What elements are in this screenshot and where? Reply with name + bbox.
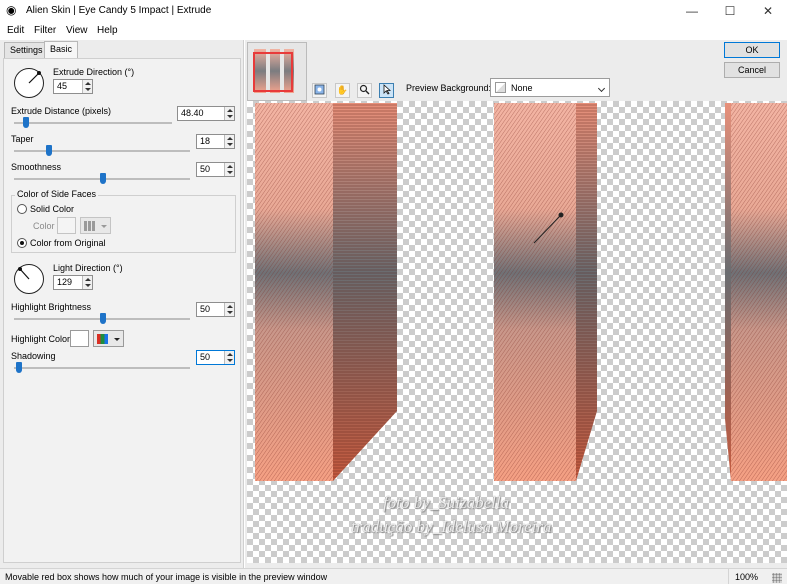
taper-slider-thumb[interactable] <box>46 145 52 156</box>
extrude-direction-input[interactable]: 45 <box>53 79 93 94</box>
spin-arrows-icon[interactable] <box>82 276 92 289</box>
preview-canvas[interactable]: foto by_Suizabella tradução by_Idelusa M… <box>247 101 787 563</box>
solid-color-radio[interactable] <box>17 204 27 214</box>
resize-grip-icon[interactable] <box>772 573 782 583</box>
smoothness-input[interactable]: 50 <box>196 162 235 177</box>
spin-arrows-icon[interactable] <box>224 107 234 120</box>
title-bar: ◉ Alien Skin | Eye Candy 5 Impact | Extr… <box>0 0 787 22</box>
extrude-preview-image <box>255 103 787 481</box>
chevron-down-icon <box>597 84 606 93</box>
menu-filter[interactable]: Filter <box>34 25 56 36</box>
shadowing-slider-thumb[interactable] <box>16 362 22 373</box>
extrude-distance-slider-thumb[interactable] <box>23 117 29 128</box>
taper-slider[interactable] <box>14 150 190 152</box>
color-from-original-label: Color from Original <box>30 238 106 248</box>
light-direction-value: 129 <box>57 277 73 287</box>
side-color-label: Color <box>33 221 55 231</box>
highlight-brightness-value: 50 <box>200 304 211 314</box>
light-direction-dial[interactable] <box>14 264 44 294</box>
light-direction-label: Light Direction (°) <box>53 263 123 273</box>
taper-value: 18 <box>200 136 211 146</box>
menu-help[interactable]: Help <box>97 25 118 36</box>
highlight-color-label: Highlight Color <box>11 334 71 344</box>
side-color-palette-button[interactable] <box>80 217 111 234</box>
pointer-glyph <box>383 84 392 95</box>
zoom-level: 100% <box>735 572 759 582</box>
highlight-color-swatch[interactable] <box>70 330 89 347</box>
hand-icon[interactable]: ✋ <box>335 83 350 98</box>
smoothness-slider-thumb[interactable] <box>100 173 106 184</box>
zoom-icon[interactable] <box>357 83 372 98</box>
extrude-distance-slider[interactable] <box>14 122 172 124</box>
extrude-distance-input[interactable]: 48.40 <box>177 106 235 121</box>
dial-needle-icon <box>28 71 41 84</box>
side-faces-group-label: Color of Side Faces <box>15 189 99 199</box>
pillar-side-right <box>725 103 731 481</box>
minimize-button[interactable]: — <box>673 0 711 22</box>
alien-skin-app-icon: ◉ <box>6 3 17 17</box>
extrude-distance-value: 48.40 <box>181 108 204 118</box>
tab-settings[interactable]: Settings <box>4 42 49 58</box>
navigator-thumbnail[interactable] <box>247 42 307 101</box>
background-swatch-icon <box>495 82 506 93</box>
highlight-brightness-label: Highlight Brightness <box>11 302 92 312</box>
spin-arrows-icon[interactable] <box>224 163 234 176</box>
menu-edit[interactable]: Edit <box>7 25 24 36</box>
status-bar: Movable red box shows how much of your i… <box>0 568 787 584</box>
watermark-line-1: foto by_Suizabella <box>383 493 510 512</box>
spin-arrows-icon[interactable] <box>224 135 234 148</box>
cancel-button[interactable]: Cancel <box>724 62 780 78</box>
window-title: Alien Skin | Eye Candy 5 Impact | Extrud… <box>26 5 212 16</box>
shadowing-slider[interactable] <box>14 367 190 369</box>
preview-background-value: None <box>511 83 533 93</box>
palette-grid-icon <box>84 221 95 231</box>
preview-background-select[interactable]: None <box>490 78 610 97</box>
dial-needle-icon <box>18 267 30 280</box>
close-button[interactable]: ✕ <box>749 0 787 22</box>
highlight-color-palette-button[interactable] <box>93 330 124 347</box>
eye-toggle-icon[interactable] <box>312 83 327 98</box>
menu-bar: Edit Filter View Help <box>0 22 787 40</box>
maximize-button[interactable]: ☐ <box>711 0 749 22</box>
spin-arrows-icon[interactable] <box>224 303 234 316</box>
arrow-pointer-icon[interactable] <box>379 83 394 98</box>
zoom-glyph <box>359 84 370 95</box>
spin-arrows-icon[interactable] <box>82 80 92 93</box>
status-message: Movable red box shows how much of your i… <box>5 572 328 582</box>
watermark-line-2: tradução by_Idelusa Moreira <box>351 517 552 536</box>
preview-background-label: Preview Background: <box>406 83 492 93</box>
side-color-swatch[interactable] <box>57 217 76 234</box>
smoothness-value: 50 <box>200 164 211 174</box>
status-divider <box>728 569 729 584</box>
light-direction-input[interactable]: 129 <box>53 275 93 290</box>
highlight-brightness-slider-thumb[interactable] <box>100 313 106 324</box>
solid-color-label: Solid Color <box>30 204 75 214</box>
extrude-direction-dial[interactable] <box>14 68 44 98</box>
light-handle-knob <box>558 212 564 218</box>
extrude-direction-value: 45 <box>57 81 68 91</box>
shadowing-input[interactable]: 50 <box>196 350 235 365</box>
highlight-brightness-input[interactable]: 50 <box>196 302 235 317</box>
shadowing-label: Shadowing <box>11 351 56 361</box>
taper-label: Taper <box>11 134 34 144</box>
smoothness-label: Smoothness <box>11 162 62 172</box>
visible-area-red-box[interactable] <box>253 52 293 92</box>
shadowing-value: 50 <box>200 352 211 362</box>
tab-basic[interactable]: Basic <box>44 41 79 58</box>
dropdown-arrow-icon <box>114 338 120 341</box>
ok-button[interactable]: OK <box>724 42 780 58</box>
spin-arrows-icon[interactable] <box>224 351 234 364</box>
dropdown-arrow-icon <box>101 225 107 228</box>
eye-toggle-glyph <box>314 84 325 95</box>
color-palette-icon <box>97 334 108 344</box>
color-from-original-radio[interactable] <box>17 238 27 248</box>
menu-view[interactable]: View <box>66 25 88 36</box>
extrude-direction-label: Extrude Direction (°) <box>53 67 135 77</box>
taper-input[interactable]: 18 <box>196 134 235 149</box>
extrude-distance-label: Extrude Distance (pixels) <box>11 106 112 116</box>
